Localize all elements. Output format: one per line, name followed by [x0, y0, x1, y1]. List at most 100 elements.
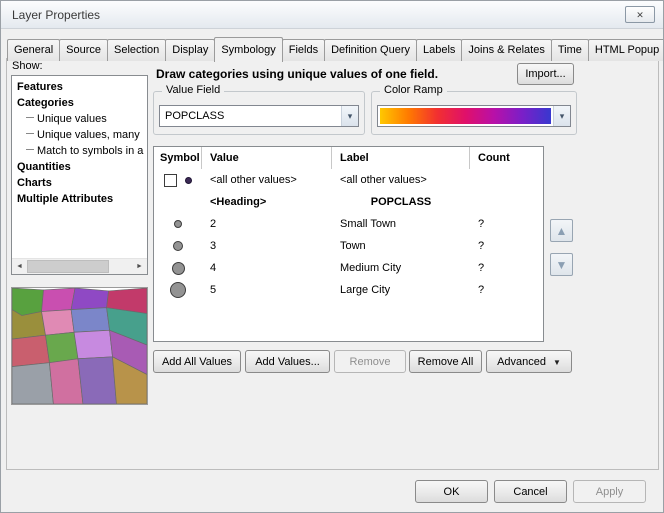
tab-definition-query[interactable]: Definition Query: [324, 39, 417, 61]
close-button[interactable]: ✕: [625, 6, 655, 23]
table-row[interactable]: 5 Large City ?: [154, 279, 543, 301]
tab-labels[interactable]: Labels: [416, 39, 462, 61]
layer-properties-dialog: Layer Properties ✕ General Source Select…: [0, 0, 664, 513]
symbol-cell: [154, 262, 202, 275]
advanced-button-label: Advanced: [497, 356, 546, 368]
move-up-button[interactable]: ▲: [550, 219, 573, 242]
tab-joins-relates[interactable]: Joins & Relates: [461, 39, 551, 61]
add-all-values-button[interactable]: Add All Values: [153, 350, 241, 373]
value-cell: 3: [202, 235, 332, 257]
tree-item-label: Unique values: [37, 113, 107, 125]
tree-item-label: Unique values, many: [37, 129, 140, 141]
color-ramp-swatch: [380, 108, 551, 124]
column-header-symbol: Symbol: [154, 147, 202, 169]
table-row[interactable]: 4 Medium City ?: [154, 257, 543, 279]
table-row[interactable]: <all other values> <all other values>: [154, 169, 543, 191]
symbol-cell: [154, 241, 202, 251]
chevron-down-icon[interactable]: ▾: [341, 106, 358, 126]
import-button[interactable]: Import...: [517, 63, 574, 85]
tab-source[interactable]: Source: [59, 39, 108, 61]
color-ramp-label: Color Ramp: [380, 84, 447, 96]
column-header-value: Value: [202, 147, 332, 169]
tab-strip: General Source Selection Display Symbolo…: [7, 37, 664, 61]
layer-preview-map: [11, 287, 148, 405]
value-field-label: Value Field: [162, 84, 224, 96]
value-field-combobox[interactable]: POPCLASS ▾: [159, 105, 359, 127]
tree-item-features[interactable]: Features: [12, 79, 147, 95]
table-row[interactable]: 3 Town ?: [154, 235, 543, 257]
label-cell: Large City: [332, 279, 470, 301]
tab-html-popup[interactable]: HTML Popup: [588, 39, 664, 61]
cancel-button[interactable]: Cancel: [494, 480, 567, 503]
remove-button[interactable]: Remove: [334, 350, 406, 373]
label-cell: Small Town: [332, 213, 470, 235]
values-table: Symbol Value Label Count <all other valu…: [153, 146, 544, 342]
tree-item-label: Match to symbols in a: [37, 145, 143, 157]
count-cell: ?: [470, 257, 543, 279]
tree-item-unique-values[interactable]: Unique values: [12, 111, 147, 127]
column-header-count: Count: [470, 147, 543, 169]
symbol-cell: [154, 220, 202, 228]
arrow-down-icon: ▼: [556, 258, 568, 272]
tab-display[interactable]: Display: [165, 39, 215, 61]
label-cell: POPCLASS: [332, 191, 470, 213]
tab-symbology[interactable]: Symbology: [214, 37, 282, 62]
chevron-down-icon[interactable]: ▾: [553, 106, 570, 126]
advanced-button[interactable]: Advanced ▼: [486, 350, 572, 373]
label-cell: <all other values>: [332, 169, 470, 191]
tree-line-icon: [26, 149, 34, 153]
symbol-cell: [154, 282, 202, 298]
preview-map-image: [12, 288, 147, 404]
all-other-values-checkbox[interactable]: [164, 174, 177, 187]
count-cell: ?: [470, 235, 543, 257]
value-cell: 5: [202, 279, 332, 301]
close-icon: ✕: [636, 10, 644, 20]
panel-description: Draw categories using unique values of o…: [156, 67, 438, 81]
graduated-circle-icon: [170, 282, 186, 298]
titlebar[interactable]: Layer Properties ✕: [1, 1, 663, 29]
tree-item-charts[interactable]: Charts: [12, 175, 147, 191]
tab-general[interactable]: General: [7, 39, 60, 61]
label-cell: Medium City: [332, 257, 470, 279]
tree-line-icon: [26, 133, 34, 137]
graduated-circle-icon: [173, 241, 183, 251]
graduated-circle-icon: [174, 220, 182, 228]
arrow-up-icon: ▲: [556, 224, 568, 238]
show-tree: Features Categories Unique values Unique…: [11, 75, 148, 275]
tab-time[interactable]: Time: [551, 39, 589, 61]
color-ramp-combobox[interactable]: ▾: [377, 105, 571, 127]
ok-button[interactable]: OK: [415, 480, 488, 503]
tree-item-multiple-attributes[interactable]: Multiple Attributes: [12, 191, 147, 207]
graduated-circle-icon: [172, 262, 185, 275]
tab-selection[interactable]: Selection: [107, 39, 166, 61]
tree-horizontal-scrollbar[interactable]: ◄ ►: [12, 258, 147, 274]
tree-item-match-to-symbols[interactable]: Match to symbols in a: [12, 143, 147, 159]
tab-fields[interactable]: Fields: [282, 39, 325, 61]
add-values-button[interactable]: Add Values...: [245, 350, 330, 373]
tree-line-icon: [26, 117, 34, 121]
tree-item-unique-values-many[interactable]: Unique values, many: [12, 127, 147, 143]
show-label: Show:: [12, 60, 43, 72]
tree-item-categories[interactable]: Categories: [12, 95, 147, 111]
scrollbar-thumb[interactable]: [27, 260, 109, 273]
value-cell: 2: [202, 213, 332, 235]
table-header-row: Symbol Value Label Count: [154, 147, 543, 169]
scroll-right-icon[interactable]: ►: [132, 259, 147, 274]
scroll-left-icon[interactable]: ◄: [12, 259, 27, 274]
count-cell: ?: [470, 213, 543, 235]
table-row[interactable]: <Heading> POPCLASS: [154, 191, 543, 213]
menu-dropdown-icon: ▼: [553, 358, 561, 367]
remove-all-button[interactable]: Remove All: [409, 350, 482, 373]
table-row[interactable]: 2 Small Town ?: [154, 213, 543, 235]
symbol-cell: [154, 174, 202, 187]
tree-item-quantities[interactable]: Quantities: [12, 159, 147, 175]
value-cell: 4: [202, 257, 332, 279]
label-cell: Town: [332, 235, 470, 257]
value-cell: <Heading>: [202, 191, 332, 213]
apply-button[interactable]: Apply: [573, 480, 646, 503]
value-cell: <all other values>: [202, 169, 332, 191]
window-title: Layer Properties: [12, 8, 100, 22]
count-cell: ?: [470, 279, 543, 301]
point-symbol-icon: [185, 177, 192, 184]
move-down-button[interactable]: ▼: [550, 253, 573, 276]
